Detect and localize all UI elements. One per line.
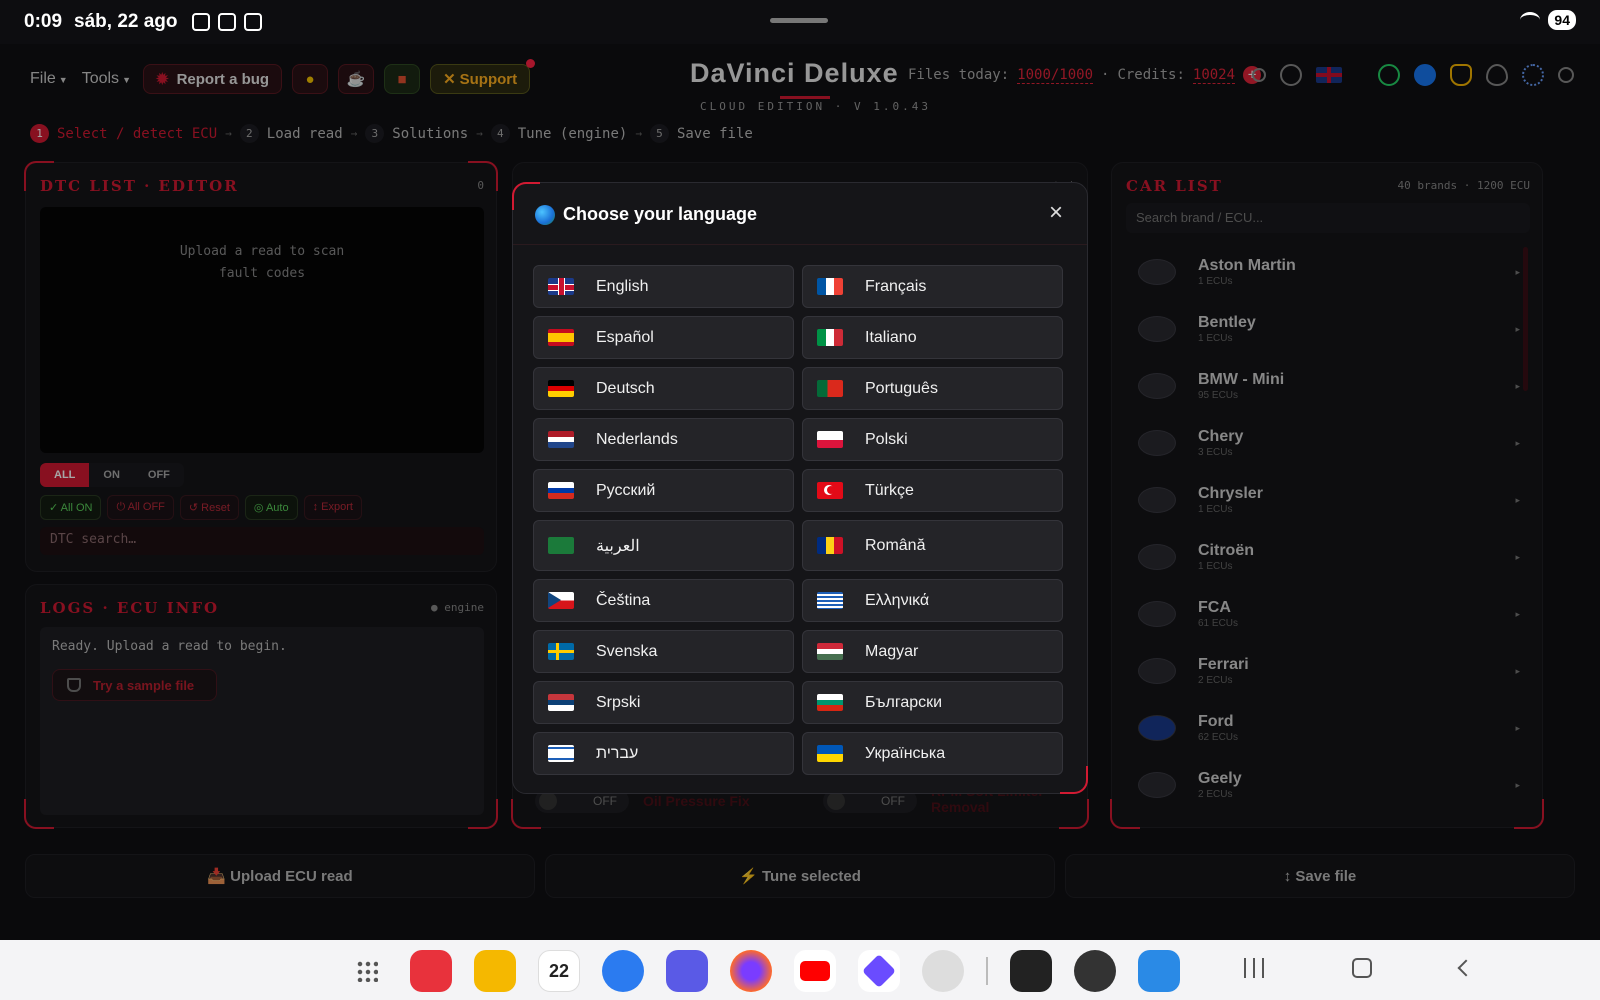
gmail-icon <box>243 13 262 31</box>
israel-flag-icon <box>548 745 574 762</box>
files-app-icon[interactable] <box>474 950 516 992</box>
language-option-german[interactable]: Deutsch <box>533 367 794 410</box>
globe-icon <box>535 205 555 225</box>
portugal-flag-icon <box>817 380 843 397</box>
home-icon[interactable] <box>1352 958 1372 978</box>
language-option-english[interactable]: English <box>533 265 794 308</box>
language-option-spanish[interactable]: Español <box>533 316 794 359</box>
greece-flag-icon <box>817 592 843 609</box>
language-option-turkish[interactable]: Türkçe <box>802 469 1063 512</box>
system-nav-buttons <box>1244 958 1475 978</box>
russia-flag-icon <box>548 482 574 499</box>
language-option-czech[interactable]: Čeština <box>533 579 794 622</box>
wifi-icon <box>1520 12 1541 28</box>
language-option-portuguese[interactable]: Português <box>802 367 1063 410</box>
language-option-italian[interactable]: Italiano <box>802 316 1063 359</box>
music-icon <box>191 13 210 31</box>
taskbar-divider <box>986 957 988 985</box>
saudi-flag-icon <box>548 537 574 554</box>
language-option-hebrew[interactable]: עברית <box>533 732 794 775</box>
germany-flag-icon <box>548 380 574 397</box>
battery-indicator: 94 <box>1548 10 1576 30</box>
language-option-ukrainian[interactable]: Українська <box>802 732 1063 775</box>
france-flag-icon <box>817 278 843 295</box>
italy-flag-icon <box>817 329 843 346</box>
dz-app-icon[interactable] <box>1138 950 1180 992</box>
poland-flag-icon <box>817 431 843 448</box>
youtube-app-icon[interactable] <box>794 950 836 992</box>
back-icon[interactable] <box>1457 959 1475 977</box>
calendar-app-icon[interactable]: 22 <box>538 950 580 992</box>
davinci-app-icon[interactable] <box>1010 950 1052 992</box>
bulgaria-flag-icon <box>817 694 843 711</box>
firefox-app-icon[interactable] <box>730 950 772 992</box>
language-option-serbian[interactable]: Srpski <box>533 681 794 724</box>
drag-handle[interactable] <box>770 18 828 23</box>
language-option-swedish[interactable]: Svenska <box>533 630 794 673</box>
language-grid: English Français Español Italiano Deutsc… <box>533 265 1067 783</box>
system-status-bar: 0:09 sáb, 22 ago 94 <box>0 0 1600 44</box>
screenshot-icon <box>217 13 236 31</box>
messages-app-icon[interactable] <box>602 950 644 992</box>
ukraine-flag-icon <box>817 745 843 762</box>
recent-apps-icon[interactable] <box>1244 958 1264 978</box>
video-app-icon[interactable] <box>858 950 900 992</box>
language-option-polish[interactable]: Polski <box>802 418 1063 461</box>
app-drawer-icon[interactable] <box>356 960 378 982</box>
language-modal: Choose your language × English Français … <box>512 182 1088 794</box>
browser-app-icon[interactable] <box>666 950 708 992</box>
system-navigation-bar: 22 <box>0 940 1600 1000</box>
language-option-greek[interactable]: Ελληνικά <box>802 579 1063 622</box>
turkey-flag-icon <box>817 482 843 499</box>
taskbar-apps: 22 <box>356 950 1180 992</box>
language-option-dutch[interactable]: Nederlands <box>533 418 794 461</box>
spain-flag-icon <box>548 329 574 346</box>
romania-flag-icon <box>817 537 843 554</box>
modal-title: Choose your language <box>563 204 758 224</box>
sweden-flag-icon <box>548 643 574 660</box>
language-option-bulgarian[interactable]: Български <box>802 681 1063 724</box>
close-icon[interactable]: × <box>1041 199 1071 229</box>
uk-flag-icon <box>548 278 574 295</box>
language-option-french[interactable]: Français <box>802 265 1063 308</box>
status-date: sáb, 22 ago <box>74 11 178 32</box>
modal-header: Choose your language × <box>513 183 1087 245</box>
language-option-arabic[interactable]: العربية <box>533 520 794 571</box>
settings-app-icon[interactable] <box>1074 950 1116 992</box>
language-option-russian[interactable]: Русский <box>533 469 794 512</box>
serbia-flag-icon <box>548 694 574 711</box>
hungary-flag-icon <box>817 643 843 660</box>
camera-app-icon[interactable] <box>922 950 964 992</box>
notification-icons <box>191 13 262 31</box>
czech-flag-icon <box>548 592 574 609</box>
status-time: 0:09 <box>24 11 63 32</box>
netherlands-flag-icon <box>548 431 574 448</box>
language-option-romanian[interactable]: Română <box>802 520 1063 571</box>
notes-app-icon[interactable] <box>410 950 452 992</box>
language-option-hungarian[interactable]: Magyar <box>802 630 1063 673</box>
